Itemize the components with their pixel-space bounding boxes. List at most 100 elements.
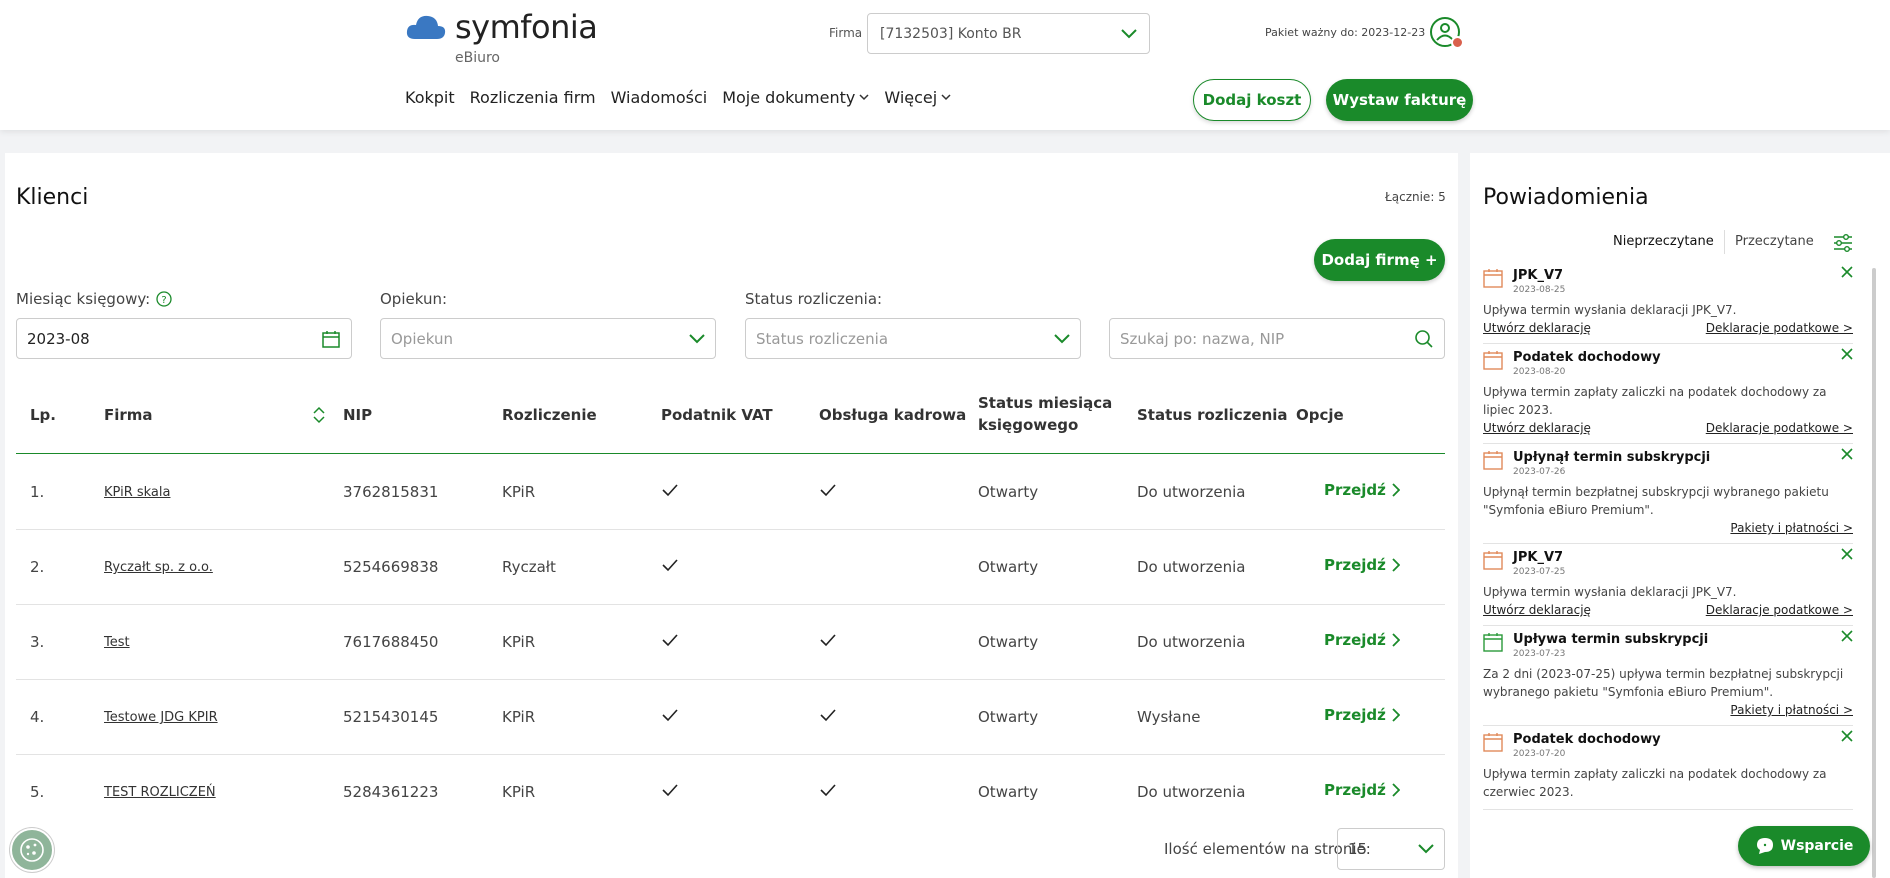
support-button[interactable]: Wsparcie — [1738, 826, 1870, 866]
notification-item: JPK_V7 2023-07-25 Upływa termin wysłania… — [1483, 544, 1853, 626]
notification-title: Upływa termin subskrypcji — [1513, 632, 1709, 647]
cloud-icon — [406, 15, 446, 39]
create-declaration-link[interactable]: Utwórz deklarację — [1483, 421, 1591, 435]
cell-status-rozliczenia: Wysłane — [1137, 708, 1201, 726]
col-kadry: Obsługa kadrowa — [819, 406, 967, 424]
tab-unread[interactable]: Nieprzeczytane — [1613, 234, 1714, 249]
notification-item: Upływa termin subskrypcji 2023-07-23 Za … — [1483, 626, 1853, 726]
close-icon[interactable] — [1841, 348, 1853, 360]
nav-kokpit[interactable]: Kokpit — [405, 88, 455, 107]
firma-label: Firma — [829, 26, 863, 40]
status-select[interactable]: Status rozliczenia — [745, 318, 1081, 359]
packages-payments-link[interactable]: Pakiety i płatności > — [1730, 703, 1853, 717]
cell-lp: 4. — [30, 708, 45, 726]
calendar-icon — [1483, 269, 1503, 288]
logo[interactable]: symfonia — [405, 8, 598, 46]
notification-body: Upływa termin wysłania deklaracji JPK_V7… — [1483, 303, 1737, 317]
issue-invoice-button[interactable]: Wystaw fakturę — [1326, 79, 1473, 121]
cookie-icon — [20, 838, 44, 862]
col-firma[interactable]: Firma — [104, 404, 153, 426]
check-icon — [662, 634, 678, 647]
cell-rozliczenie: KPiR — [502, 783, 536, 801]
tax-declarations-link[interactable]: Deklaracje podatkowe > — [1706, 421, 1853, 435]
close-icon[interactable] — [1841, 266, 1853, 278]
col-nip: NIP — [343, 406, 373, 424]
cell-rozliczenie: KPiR — [502, 483, 536, 501]
cookie-settings-button[interactable] — [10, 828, 54, 872]
col-status-miesiaca: Status miesiąca księgowego — [978, 394, 1113, 434]
go-button[interactable]: Przejdź — [1324, 706, 1400, 724]
go-button[interactable]: Przejdź — [1324, 781, 1400, 799]
nav-wiecej[interactable]: Więcej — [884, 88, 951, 107]
go-button-label: Przejdź — [1324, 556, 1386, 574]
create-declaration-link[interactable]: Utwórz deklarację — [1483, 603, 1591, 617]
go-button[interactable]: Przejdź — [1324, 481, 1400, 499]
company-link[interactable]: Testowe JDG KPIR — [104, 710, 218, 725]
chevron-down-icon — [859, 94, 869, 101]
close-icon[interactable] — [1841, 730, 1853, 742]
go-button[interactable]: Przejdź — [1324, 556, 1400, 574]
company-link[interactable]: TEST ROZLICZEŃ — [104, 785, 216, 800]
col-rozliczenie: Rozliczenie — [502, 406, 597, 424]
firma-select-value: [7132503] Konto BR — [880, 25, 1022, 42]
tab-read[interactable]: Przeczytane — [1735, 234, 1814, 249]
notifications-list: JPK_V7 2023-08-25 Upływa termin wysłania… — [1483, 262, 1853, 878]
filter-settings-icon[interactable] — [1832, 232, 1854, 254]
check-icon — [820, 634, 836, 647]
cell-nip: 3762815831 — [343, 483, 439, 501]
company-link[interactable]: Test — [104, 635, 130, 650]
close-icon[interactable] — [1841, 548, 1853, 560]
close-icon[interactable] — [1841, 630, 1853, 642]
packages-payments-link[interactable]: Pakiety i płatności > — [1730, 521, 1853, 535]
add-cost-button[interactable]: Dodaj koszt — [1193, 79, 1311, 121]
check-icon — [820, 784, 836, 797]
per-page-select[interactable]: 15 — [1337, 828, 1445, 870]
tax-declarations-link[interactable]: Deklaracje podatkowe > — [1706, 321, 1853, 335]
nav-rozliczenia-firm[interactable]: Rozliczenia firm — [470, 88, 596, 107]
table-row: 5. TEST ROZLICZEŃ 5284361223 KPiR Otwart… — [16, 755, 1445, 830]
check-icon — [662, 709, 678, 722]
nav-moje-dokumenty-label: Moje dokumenty — [722, 88, 856, 107]
calendar-icon[interactable] — [321, 329, 341, 349]
tax-declarations-link[interactable]: Deklaracje podatkowe > — [1706, 603, 1853, 617]
nav-wiadomosci[interactable]: Wiadomości — [611, 88, 708, 107]
notification-body: Upłynął termin bezpłatnej subskrypcji wy… — [1483, 485, 1829, 517]
chat-icon — [1756, 838, 1773, 854]
calendar-icon — [1483, 733, 1503, 752]
company-link[interactable]: Ryczałt sp. z o.o. — [104, 560, 213, 575]
notifications-scrollbar[interactable] — [1872, 268, 1876, 878]
nav-moje-dokumenty[interactable]: Moje dokumenty — [722, 88, 869, 107]
sort-icon[interactable] — [312, 405, 326, 425]
search-placeholder: Szukaj po: nazwa, NIP — [1120, 329, 1285, 348]
cell-nip: 5215430145 — [343, 708, 439, 726]
cell-status-rozliczenia: Do utworzenia — [1137, 483, 1246, 501]
help-icon[interactable]: ? — [156, 291, 172, 307]
top-header: symfonia eBiuro Firma [7132503] Konto BR… — [0, 0, 1890, 130]
chevron-right-icon — [1392, 783, 1400, 797]
add-company-button[interactable]: Dodaj firmę + — [1314, 239, 1445, 281]
total-count: Łącznie: 5 — [1385, 190, 1446, 204]
search-input[interactable]: Szukaj po: nazwa, NIP — [1109, 318, 1445, 359]
page-title: Klienci — [16, 185, 89, 210]
check-icon — [662, 784, 678, 797]
calendar-icon — [1483, 351, 1503, 370]
table-row: 2. Ryczałt sp. z o.o. 5254669838 Ryczałt… — [16, 530, 1445, 605]
status-filter-label: Status rozliczenia: — [745, 290, 883, 308]
firma-select[interactable]: [7132503] Konto BR — [867, 13, 1150, 54]
opiekun-select[interactable]: Opiekun — [380, 318, 716, 359]
search-icon[interactable] — [1414, 329, 1434, 349]
table-header: Lp. Firma NIP Rozliczenie Podatnik VAT O… — [16, 390, 1445, 454]
chevron-down-icon — [689, 333, 705, 343]
go-button[interactable]: Przejdź — [1324, 631, 1400, 649]
notification-body: Za 2 dni (2023-07-25) upływa termin bezp… — [1483, 667, 1844, 699]
cell-rozliczenie: KPiR — [502, 708, 536, 726]
chevron-down-icon — [941, 94, 951, 101]
notification-date: 2023-07-25 — [1513, 567, 1566, 577]
month-input[interactable]: 2023-08 — [16, 318, 352, 359]
create-declaration-link[interactable]: Utwórz deklarację — [1483, 321, 1591, 335]
company-link[interactable]: KPiR skala — [104, 485, 170, 500]
calendar-icon — [1483, 451, 1503, 470]
cell-status-rozliczenia: Do utworzenia — [1137, 783, 1246, 801]
notification-item: JPK_V7 2023-08-25 Upływa termin wysłania… — [1483, 262, 1853, 344]
close-icon[interactable] — [1841, 448, 1853, 460]
